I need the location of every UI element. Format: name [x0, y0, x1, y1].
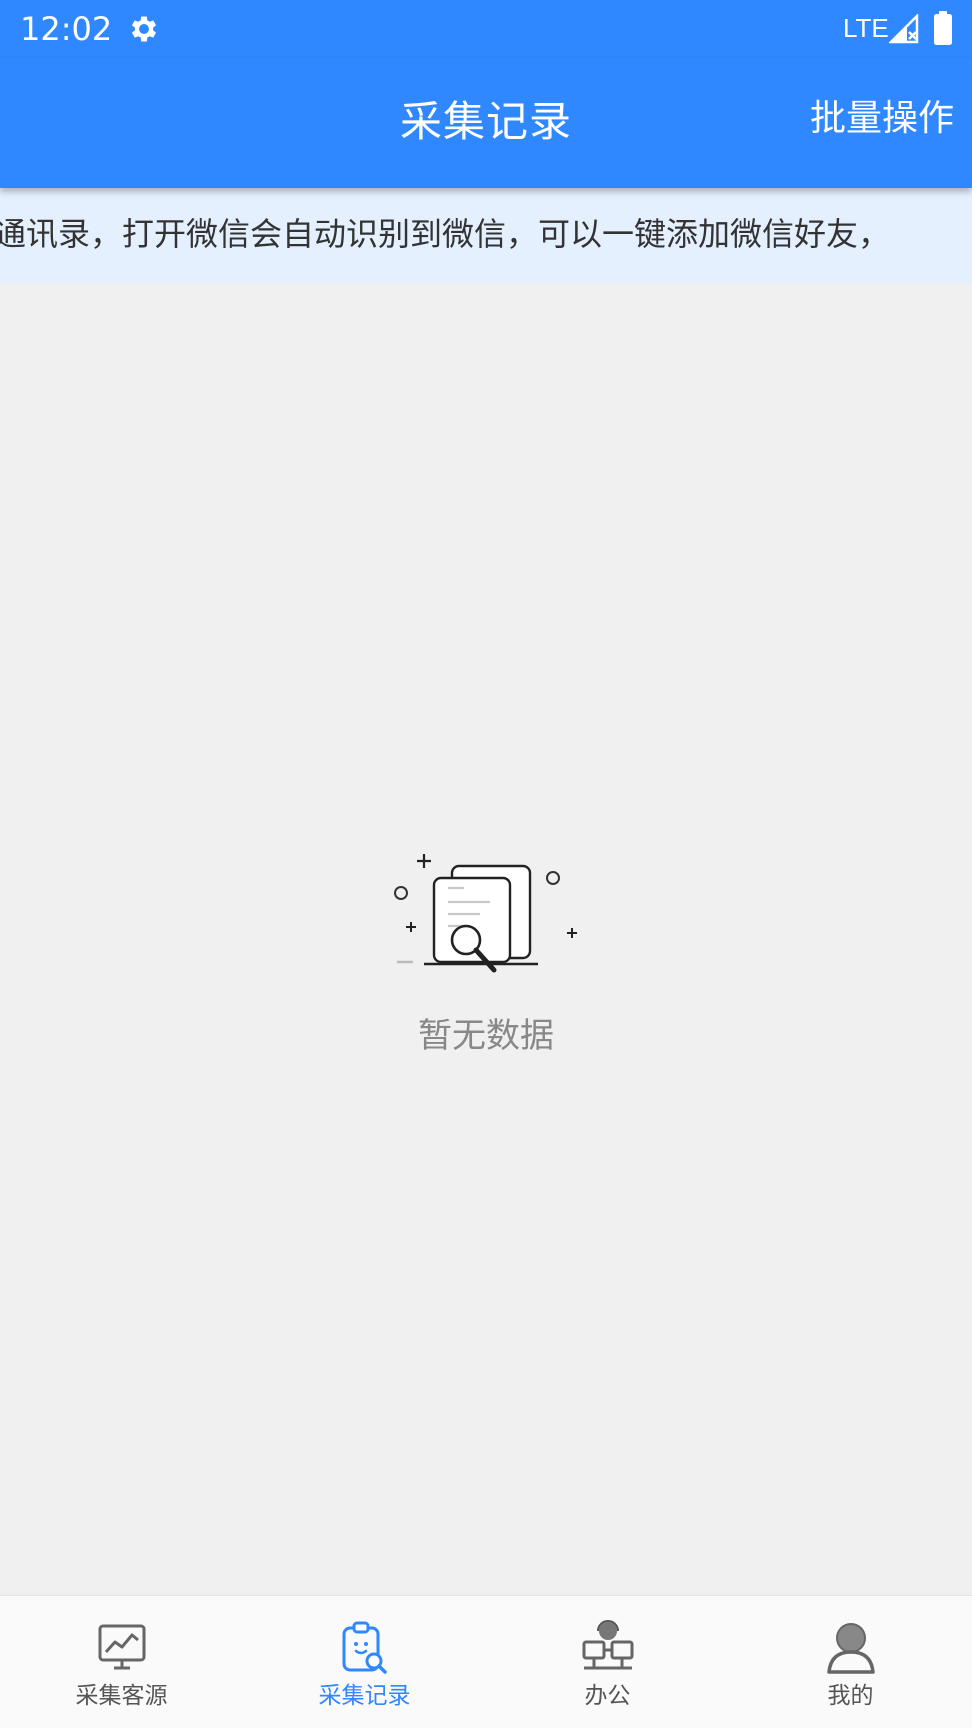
empty-document-search-icon — [394, 854, 577, 973]
status-time: 12:02 — [20, 10, 113, 48]
screen: 12:02 LTE 采集记录 批量操作 通讯录，打开微信会自动识别到微信，可以一… — [0, 0, 972, 1728]
batch-operation-button[interactable]: 批量操作 — [810, 94, 954, 144]
empty-state-text: 暂无数据 — [418, 1016, 554, 1056]
battery-icon — [934, 11, 952, 45]
network-type: LTE — [843, 13, 889, 43]
nav-item-collect-records[interactable]: 采集记录 — [243, 1596, 486, 1728]
nav-label: 采集记录 — [318, 1683, 411, 1709]
nav-item-office[interactable]: 办公 — [486, 1596, 729, 1728]
nav-label: 采集客源 — [75, 1683, 168, 1709]
status-bar: 12:02 LTE — [0, 0, 972, 58]
app-bar: 采集记录 批量操作 — [0, 58, 972, 188]
signal-icon — [889, 14, 919, 44]
chart-monitor-icon — [98, 1624, 145, 1670]
clipboard-search-icon — [342, 1621, 387, 1674]
nav-label: 我的 — [827, 1683, 874, 1709]
notice-text: 通讯录，打开微信会自动识别到微信，可以一键添加微信好友， — [0, 215, 891, 253]
nav-item-collect-sources[interactable]: 采集客源 — [0, 1596, 243, 1728]
nav-label: 办公 — [584, 1683, 631, 1709]
user-icon — [826, 1623, 875, 1674]
bottom-nav: 采集客源 采集记录 办公 我的 — [0, 1595, 972, 1728]
gear-icon — [131, 16, 157, 42]
nav-item-mine[interactable]: 我的 — [729, 1596, 972, 1728]
notice-marquee: 通讯录，打开微信会自动识别到微信，可以一键添加微信好友， — [0, 188, 972, 284]
office-network-icon — [582, 1620, 633, 1670]
